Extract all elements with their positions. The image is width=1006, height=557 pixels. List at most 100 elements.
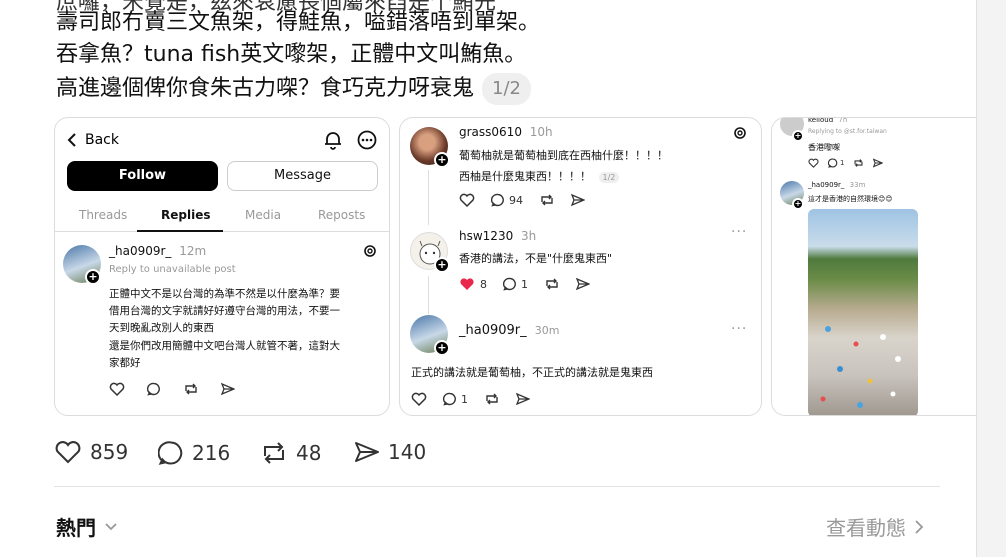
replies-count-value: 1 [521,277,528,291]
sort-dropdown[interactable]: 熱門 [56,512,118,541]
heart-icon [55,441,81,464]
post-action-bar: 1 [411,392,530,406]
thread-line [428,276,429,314]
heart-icon [411,392,427,406]
tab-media: Media [245,208,282,222]
like-button[interactable]: 859 [54,440,128,464]
more-dots-icon: ··· [731,321,748,337]
replies-count: 1 [443,392,468,406]
back-label: Back [85,132,119,148]
username: hsw1230 [459,229,514,243]
attached-image-partial[interactable]: + kelloud 7h Replying to @st.for.taiwan … [771,117,976,416]
heart-filled-icon [460,278,474,290]
attached-image-thread[interactable]: + grass0610 10h 葡萄柚就是葡萄柚到底在西柚什麼！！！！ 西柚是什… [399,117,762,416]
attached-image-profile[interactable]: Back Follow Message Threads Replies Medi… [54,117,390,416]
follow-plus-icon: + [85,269,101,285]
reply-body-line: 還是你們改用簡體中文吧台灣人就管不著，這對大 [109,340,340,352]
follow-plus-icon: + [434,152,450,168]
replies-count: 216 [192,441,231,465]
username: _ha0909r_ [109,244,172,258]
more-dots-icon: ··· [731,224,748,240]
post-author: grass0610 10h [459,125,553,139]
comment-icon [503,277,516,291]
repost-icon [185,383,197,395]
chevron-right-icon [915,519,924,534]
post-text: 正式的講法就是葡萄柚，不正式的講法就是鬼東西 [411,366,653,379]
post-text: 香港嚟㗎 [808,143,840,152]
replies-count: 1 [828,158,844,168]
reply-body-line: 家都好 [109,357,141,369]
post-text: 這才是香港的自然環境😊😊 [808,195,893,203]
timestamp: 30m [534,324,560,337]
follow-plus-icon: + [792,130,804,142]
post-text-content: 西柚是什麼鬼東西！！！！ [459,170,591,183]
replies-count-value: 1 [840,159,845,167]
heart-icon [808,158,819,168]
post-text-line: 吞拿魚？tuna fish英文嚟架，正體中文叫鮪魚。 [56,42,527,67]
post-action-bar: 8 1 [459,277,590,291]
repost-icon [854,159,863,167]
repost-icon [546,278,558,290]
share-icon [516,392,530,406]
replies-count-value: 1 [461,392,468,406]
post-author: kelloud 7h [808,117,847,124]
reply-body-line: 正體中文不是以台灣的為準不然是以什麼為準？要 [109,288,340,300]
divider [54,486,940,487]
username: grass0610 [459,125,522,139]
username: _ha0909r_ [808,181,845,189]
post-card: 庶囉，宋覺是，茲來衰慮長個屬來舀是个鮪先 壽司郎冇賣三文魚架，得鮭魚，嗌錯落唔到… [0,0,977,557]
likes-count: 859 [90,440,129,464]
chevron-left-icon [67,133,76,147]
likes-count-value: 8 [480,277,487,291]
view-activity-link[interactable]: 查看動態 [826,512,924,541]
tab-reposts: Reposts [318,208,366,222]
post-author: _ha0909r_ 33m [808,181,865,189]
threads-logo-icon [734,127,746,139]
post-text-line-content: 高進邊個俾你食朱古力㗎？食巧克力呀衰鬼 [56,76,475,101]
image-counter-badge: 1/2 [598,171,620,183]
thread-line [428,170,429,225]
view-activity-label: 查看動態 [826,516,906,540]
reply-body-line: 天到晚亂改別人的東西 [109,322,214,334]
back-link: Back [67,132,119,148]
timestamp: 3h [521,229,537,243]
threads-logo-icon [364,245,376,257]
replies-count-value: 94 [509,193,523,207]
comment-icon [158,441,183,465]
share-icon [873,158,884,168]
share-button[interactable]: 140 [354,440,426,464]
chevron-down-icon [105,522,117,530]
comment-icon [443,392,456,406]
username: kelloud [808,117,834,124]
post-text-line: 壽司郎冇賣三文魚架，得鮭魚，嗌錯落唔到單架。 [56,10,541,35]
post-author: _ha0909r_ 30m [459,323,560,338]
more-circle-icon [357,130,377,150]
post-text: 葡萄柚就是葡萄柚到底在西柚什麼！！！！ [459,149,668,162]
comment-icon [491,193,504,207]
post-text-line: 高進邊個俾你食朱古力㗎？食巧克力呀衰鬼 1/2 [56,73,531,105]
heart-icon [109,382,125,396]
share-icon [355,442,379,462]
repost-button[interactable]: 48 [260,440,321,466]
repost-icon [486,393,498,405]
reply-button[interactable]: 216 [158,440,230,466]
post-author: hsw1230 3h [459,229,536,243]
reposts-count: 48 [296,441,322,465]
tab-replies: Replies [161,208,211,222]
share-icon [571,193,585,207]
reply-action-bar [109,382,235,396]
litter-pattern-icon [820,326,901,408]
follow-plus-icon: + [434,340,450,356]
active-tab-indicator [137,230,223,232]
reply-note: Replying to @st.for.taiwan [808,128,887,135]
replies-count: 94 [491,193,523,207]
reply-note: Reply to unavailable post [109,264,236,275]
likes-count: 8 [459,277,487,291]
sort-label: 熱門 [56,516,96,540]
follow-plus-icon: + [792,198,804,210]
follow-button: Follow [67,161,218,191]
post-text: 西柚是什麼鬼東西！！！！ 1/2 [459,168,620,184]
heart-icon [459,193,475,207]
timestamp: 12m [179,244,207,258]
reply-author: _ha0909r_ 12m [109,244,206,258]
